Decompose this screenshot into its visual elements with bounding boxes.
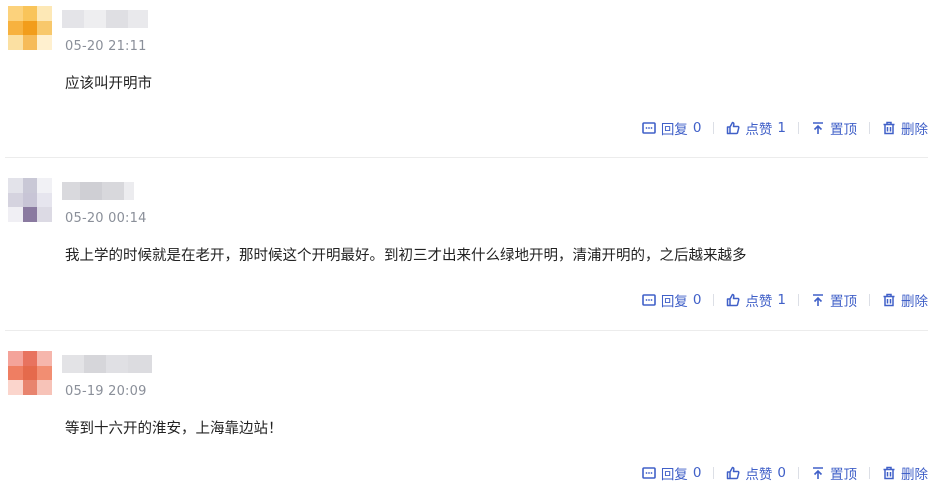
- comment-text: 我上学的时候就是在老开，那时候这个开明最好。到初三才出来什么绿地开明，清浦开明的…: [65, 248, 747, 264]
- avatar-pixel: [22, 6, 38, 21]
- reply-count: 0: [692, 120, 702, 136]
- avatar[interactable]: [8, 351, 52, 395]
- trash-icon: [883, 466, 895, 480]
- avatar-pixel: [37, 365, 52, 381]
- reply-icon: [642, 294, 656, 306]
- delete-label: 删除: [901, 122, 928, 138]
- action-separator: [798, 294, 799, 306]
- trash-icon: [883, 293, 895, 307]
- pin-label: 置顶: [830, 122, 857, 138]
- like-label: 点赞: [745, 122, 773, 138]
- pin-button[interactable]: 置顶: [811, 463, 857, 483]
- trash-icon: [883, 121, 895, 135]
- avatar-pixel: [22, 351, 38, 366]
- like-button[interactable]: 点赞 1: [726, 118, 786, 138]
- comment-text: 应该叫开明市: [65, 76, 152, 92]
- avatar-pixel: [8, 35, 23, 50]
- avatar-pixel: [37, 351, 52, 366]
- comment-date: 05-20 21:11: [65, 39, 147, 54]
- comment-date: 05-19 20:09: [65, 384, 147, 399]
- avatar-pixel: [37, 380, 52, 395]
- action-separator: [798, 467, 799, 479]
- pin-label: 置顶: [830, 294, 857, 310]
- pin-button[interactable]: 置顶: [811, 290, 857, 310]
- reply-count: 0: [692, 465, 702, 481]
- action-separator: [798, 122, 799, 134]
- avatar-pixel: [22, 20, 38, 36]
- action-separator: [713, 122, 715, 134]
- pin-button[interactable]: 置顶: [811, 118, 857, 138]
- comment-actions: 回复 0 点赞 1 置顶 删除: [642, 118, 928, 138]
- reply-button[interactable]: 回复 0: [642, 463, 702, 483]
- delete-button[interactable]: 删除: [882, 290, 928, 310]
- delete-label: 删除: [901, 294, 928, 310]
- like-count: 0: [777, 465, 786, 481]
- avatar-pixel: [37, 20, 52, 36]
- reply-label: 回复: [660, 467, 688, 483]
- comment-actions: 回复 0 点赞 1 置顶 删除: [642, 290, 928, 310]
- avatar-pixel: [37, 35, 52, 50]
- avatar-pixel: [37, 6, 52, 21]
- reply-button[interactable]: 回复 0: [642, 118, 702, 138]
- delete-button[interactable]: 删除: [882, 463, 928, 483]
- avatar-pixel: [22, 365, 38, 381]
- delete-button[interactable]: 删除: [882, 118, 928, 138]
- like-count: 1: [777, 292, 786, 308]
- avatar[interactable]: [8, 178, 52, 222]
- avatar-pixel: [8, 192, 23, 208]
- action-separator: [713, 467, 715, 479]
- reply-icon: [642, 467, 656, 479]
- thumbs-up-icon: [727, 466, 740, 480]
- pin-top-icon: [813, 122, 823, 134]
- thumbs-up-icon: [727, 121, 740, 135]
- reply-button[interactable]: 回复 0: [642, 290, 702, 310]
- action-separator: [713, 294, 715, 306]
- avatar-pixel: [8, 6, 23, 21]
- username-blurred[interactable]: [62, 182, 134, 200]
- avatar-pixel: [37, 192, 52, 208]
- like-button[interactable]: 点赞 0: [726, 463, 786, 483]
- avatar-pixel: [22, 380, 38, 395]
- like-button[interactable]: 点赞 1: [726, 290, 786, 310]
- pin-top-icon: [813, 294, 823, 306]
- avatar-pixel: [37, 207, 52, 222]
- action-separator: [869, 294, 870, 306]
- comment-divider: [5, 330, 928, 331]
- avatar-pixel: [8, 207, 23, 222]
- like-label: 点赞: [745, 467, 773, 483]
- avatar-pixel: [8, 20, 23, 36]
- username-blurred[interactable]: [62, 355, 152, 373]
- avatar-pixel: [22, 207, 38, 222]
- like-label: 点赞: [745, 294, 773, 310]
- thumbs-up-icon: [727, 293, 740, 307]
- reply-label: 回复: [660, 122, 688, 138]
- pin-label: 置顶: [830, 467, 857, 483]
- comment-date: 05-20 00:14: [65, 211, 147, 226]
- reply-label: 回复: [660, 294, 688, 310]
- avatar-pixel: [37, 178, 52, 193]
- avatar[interactable]: [8, 6, 52, 50]
- reply-icon: [642, 122, 656, 134]
- comment-text: 等到十六开的淮安，上海靠边站！: [65, 421, 283, 437]
- comment-actions: 回复 0 点赞 0 置顶 删除: [642, 463, 928, 483]
- avatar-pixel: [8, 380, 23, 395]
- reply-count: 0: [692, 292, 702, 308]
- pin-top-icon: [813, 467, 823, 479]
- username-blurred[interactable]: [62, 10, 148, 28]
- avatar-pixel: [8, 351, 23, 366]
- like-count: 1: [777, 120, 786, 136]
- action-separator: [869, 122, 870, 134]
- delete-label: 删除: [901, 467, 928, 483]
- avatar-pixel: [8, 365, 23, 381]
- comment-divider: [5, 157, 928, 158]
- action-separator: [869, 467, 870, 479]
- avatar-pixel: [22, 35, 38, 50]
- avatar-pixel: [22, 178, 38, 193]
- avatar-pixel: [8, 178, 23, 193]
- avatar-pixel: [22, 192, 38, 208]
